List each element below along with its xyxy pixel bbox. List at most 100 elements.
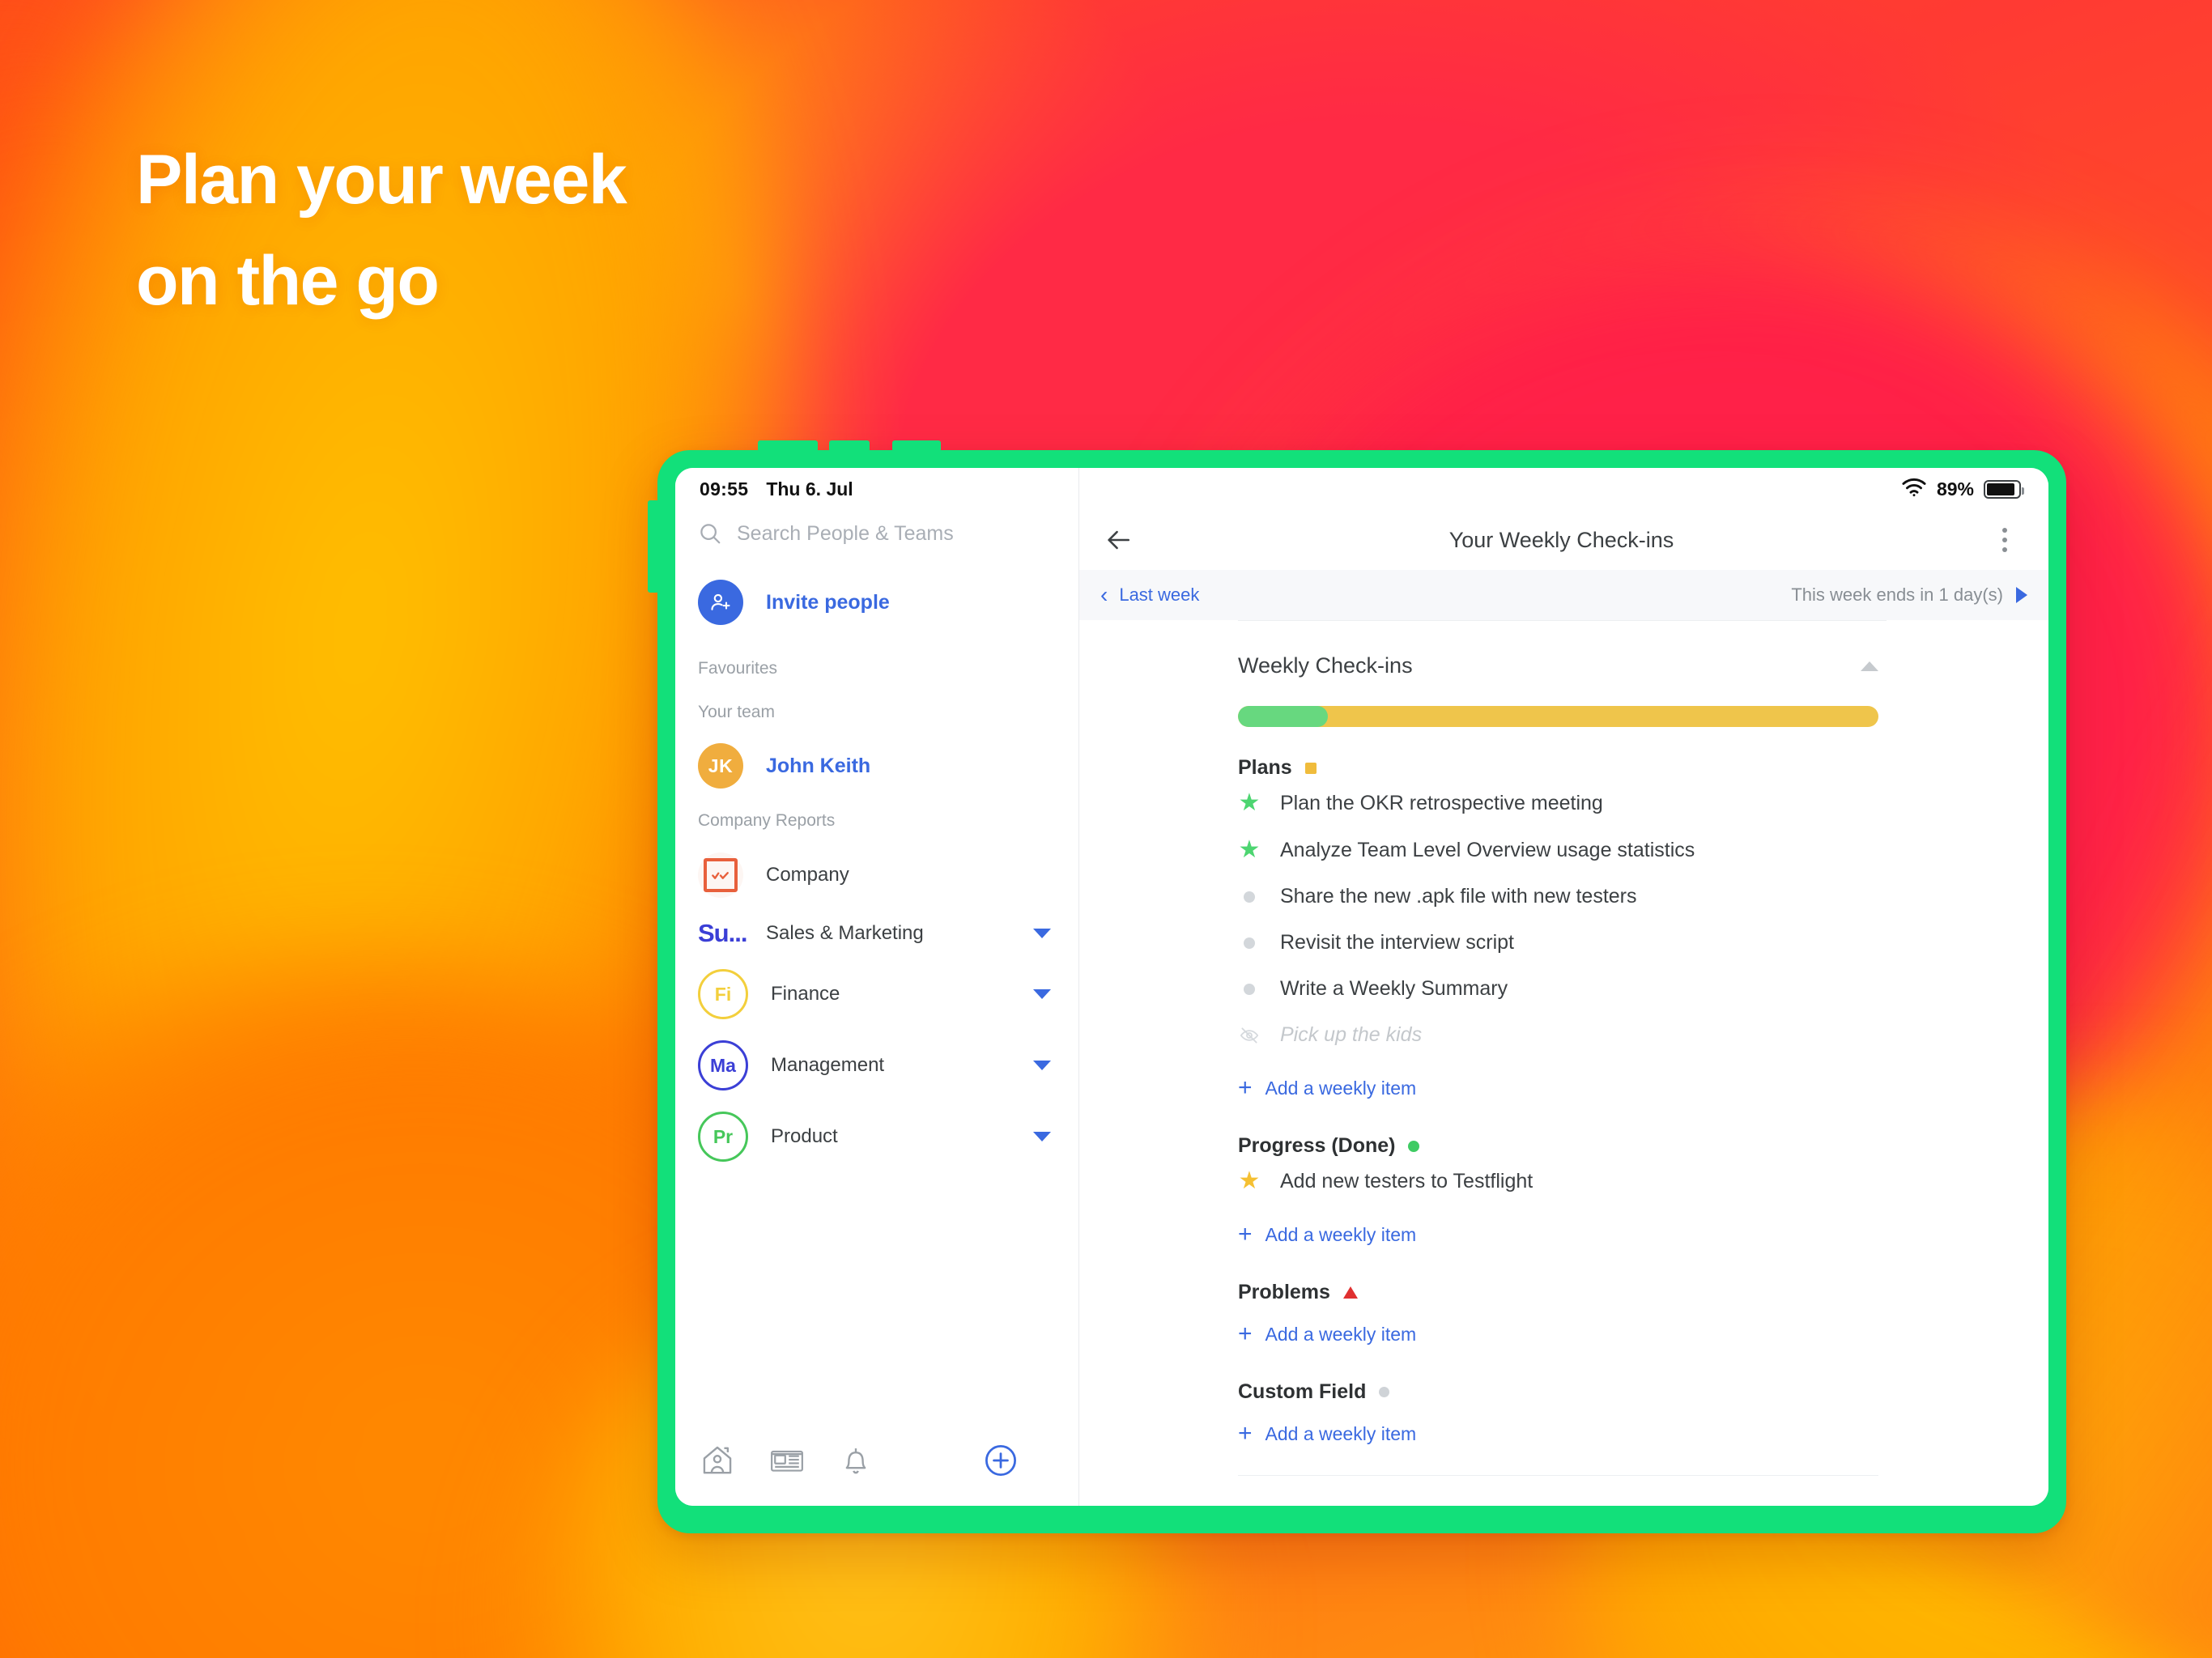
caret-up-icon[interactable] xyxy=(1861,661,1878,671)
sidebar-item-sales-marketing[interactable]: Su... Sales & Marketing xyxy=(675,908,1078,959)
battery-percent: 89% xyxy=(1936,478,1974,500)
status-badge-problems xyxy=(1342,1286,1358,1299)
invite-people-label: Invite people xyxy=(766,590,890,614)
chevron-right-icon xyxy=(2016,587,2027,603)
page-title: Your Weekly Check-ins xyxy=(1448,527,1674,552)
side-button[interactable] xyxy=(648,500,659,593)
plus-circle-icon[interactable] xyxy=(983,1443,1053,1478)
avatar: JK xyxy=(698,743,743,789)
list-item-label: Analyze Team Level Overview usage statis… xyxy=(1280,838,1695,861)
volume-down-button[interactable] xyxy=(829,440,870,452)
checklist-icon xyxy=(698,852,743,898)
section-custom-field: Custom Field + Add a weekly item xyxy=(1079,1380,2048,1451)
add-weekly-item-button[interactable]: + Add a weekly item xyxy=(1238,1404,1878,1451)
back-arrow-icon[interactable] xyxy=(1100,522,1136,558)
section-title: Plans xyxy=(1238,756,1292,779)
plus-icon: + xyxy=(1238,1420,1253,1447)
add-person-icon xyxy=(698,580,743,625)
section-header: Custom Field xyxy=(1238,1380,1878,1404)
news-icon[interactable] xyxy=(769,1444,839,1477)
add-weekly-item-button[interactable]: + Add a weekly item xyxy=(1238,1058,1878,1105)
status-bar-right: 89% xyxy=(1079,468,2048,510)
prev-week-label: Last week xyxy=(1119,585,1200,605)
next-week-button[interactable]: This week ends in 1 day(s) xyxy=(1791,585,2027,606)
content-scroll-area[interactable]: Weekly Check-ins Plans ★ Plan the OKR re… xyxy=(1079,620,2048,1506)
bullet-dot-icon[interactable] xyxy=(1238,983,1261,995)
footer-card-title: 5-point ratings xyxy=(1238,1503,1376,1506)
main-toolbar: Your Weekly Check-ins xyxy=(1079,510,2048,570)
weekly-checkins-card-header: Weekly Check-ins xyxy=(1079,621,2048,678)
team-initials-badge: Pr xyxy=(698,1112,748,1162)
sidebar-item-label: Sales & Marketing xyxy=(766,922,924,944)
list-item-label: Pick up the kids xyxy=(1280,1023,1423,1046)
star-icon[interactable]: ★ xyxy=(1238,838,1261,862)
status-badge-plans xyxy=(1304,762,1317,774)
add-weekly-item-button[interactable]: + Add a weekly item xyxy=(1238,1205,1878,1252)
volume-up-button[interactable] xyxy=(758,440,818,452)
add-weekly-item-label: Add a weekly item xyxy=(1265,1323,1417,1345)
list-item[interactable]: Share the new .apk file with new testers xyxy=(1238,874,1878,920)
power-button-top[interactable] xyxy=(892,440,941,452)
eye-off-icon[interactable] xyxy=(1238,1025,1261,1046)
plus-icon: + xyxy=(1238,1074,1253,1101)
headline-line-2: on the go xyxy=(136,241,440,320)
list-item[interactable]: ★ Plan the OKR retrospective meeting xyxy=(1238,780,1878,827)
list-item-label: Revisit the interview script xyxy=(1280,931,1514,954)
main-panel: 89% Your Weekly Check-ins ‹ Last week Th… xyxy=(1079,468,2048,1506)
progress-bar xyxy=(1238,706,1878,727)
team-initials-badge: Su... xyxy=(698,919,747,947)
sidebar-item-management[interactable]: Ma Management xyxy=(675,1030,1078,1101)
status-badge-custom xyxy=(1379,1387,1390,1397)
sidebar: 09:55 Thu 6. Jul Search People & Teams I… xyxy=(675,468,1079,1506)
list-item[interactable]: ★ Add new testers to Testflight xyxy=(1238,1158,1878,1205)
chevron-down-icon[interactable] xyxy=(1033,929,1051,938)
kebab-menu-icon[interactable] xyxy=(1987,528,2023,552)
sidebar-item-product[interactable]: Pr Product xyxy=(675,1101,1078,1172)
sidebar-item-finance[interactable]: Fi Finance xyxy=(675,959,1078,1030)
home-icon[interactable] xyxy=(700,1443,769,1478)
plus-icon: + xyxy=(1238,1221,1253,1248)
section-header: Problems xyxy=(1238,1281,1878,1304)
list-item[interactable]: Revisit the interview script xyxy=(1238,920,1878,966)
progress-bar-wrapper xyxy=(1079,678,2048,727)
card-title: Weekly Check-ins xyxy=(1238,653,1413,678)
status-date: Thu 6. Jul xyxy=(766,478,853,500)
bullet-dot-icon[interactable] xyxy=(1238,891,1261,903)
bottom-navigation xyxy=(675,1443,1078,1506)
star-icon[interactable]: ★ xyxy=(1238,791,1261,815)
battery-icon xyxy=(1984,479,2024,499)
bullet-dot-icon[interactable] xyxy=(1238,937,1261,949)
sidebar-item-company[interactable]: Company xyxy=(675,842,1078,908)
sidebar-section-favourites: Favourites xyxy=(698,659,778,678)
sidebar-section-your-team: Your team xyxy=(698,703,775,721)
team-initials-badge: Ma xyxy=(698,1040,748,1090)
sidebar-item-label: Product xyxy=(771,1125,838,1147)
list-item[interactable]: Write a Weekly Summary xyxy=(1238,966,1878,1012)
sidebar-item-label: Management xyxy=(771,1054,885,1076)
chevron-down-icon[interactable] xyxy=(1033,989,1051,999)
chevron-down-icon[interactable] xyxy=(1033,1132,1051,1141)
tablet-screen: 09:55 Thu 6. Jul Search People & Teams I… xyxy=(675,468,2048,1506)
sidebar-item-john-keith[interactable]: JK John Keith xyxy=(675,733,1078,798)
list-item-label: Add new testers to Testflight xyxy=(1280,1169,1534,1192)
section-title: Progress (Done) xyxy=(1238,1134,1396,1157)
section-plans: Plans ★ Plan the OKR retrospective meeti… xyxy=(1079,756,2048,1105)
status-time: 09:55 xyxy=(700,478,749,500)
add-weekly-item-label: Add a weekly item xyxy=(1265,1422,1417,1444)
bell-icon[interactable] xyxy=(839,1443,908,1478)
five-point-ratings-card-header[interactable]: 5-point ratings xyxy=(1079,1476,2048,1506)
star-icon[interactable]: ★ xyxy=(1238,1169,1261,1193)
add-weekly-item-label: Add a weekly item xyxy=(1265,1077,1417,1099)
chevron-down-icon[interactable] xyxy=(1033,1061,1051,1070)
search-placeholder: Search People & Teams xyxy=(737,521,954,545)
prev-week-button[interactable]: ‹ Last week xyxy=(1100,584,1199,606)
list-item-label: Share the new .apk file with new testers xyxy=(1280,885,1637,908)
list-item[interactable]: ★ Analyze Team Level Overview usage stat… xyxy=(1238,827,1878,874)
add-weekly-item-button[interactable]: + Add a weekly item xyxy=(1238,1304,1878,1351)
invite-people-button[interactable]: Invite people xyxy=(675,555,1078,646)
add-weekly-item-label: Add a weekly item xyxy=(1265,1223,1417,1245)
team-member-name: John Keith xyxy=(766,754,871,777)
search-input[interactable]: Search People & Teams xyxy=(675,510,1078,555)
list-item-private[interactable]: Pick up the kids xyxy=(1238,1012,1878,1058)
